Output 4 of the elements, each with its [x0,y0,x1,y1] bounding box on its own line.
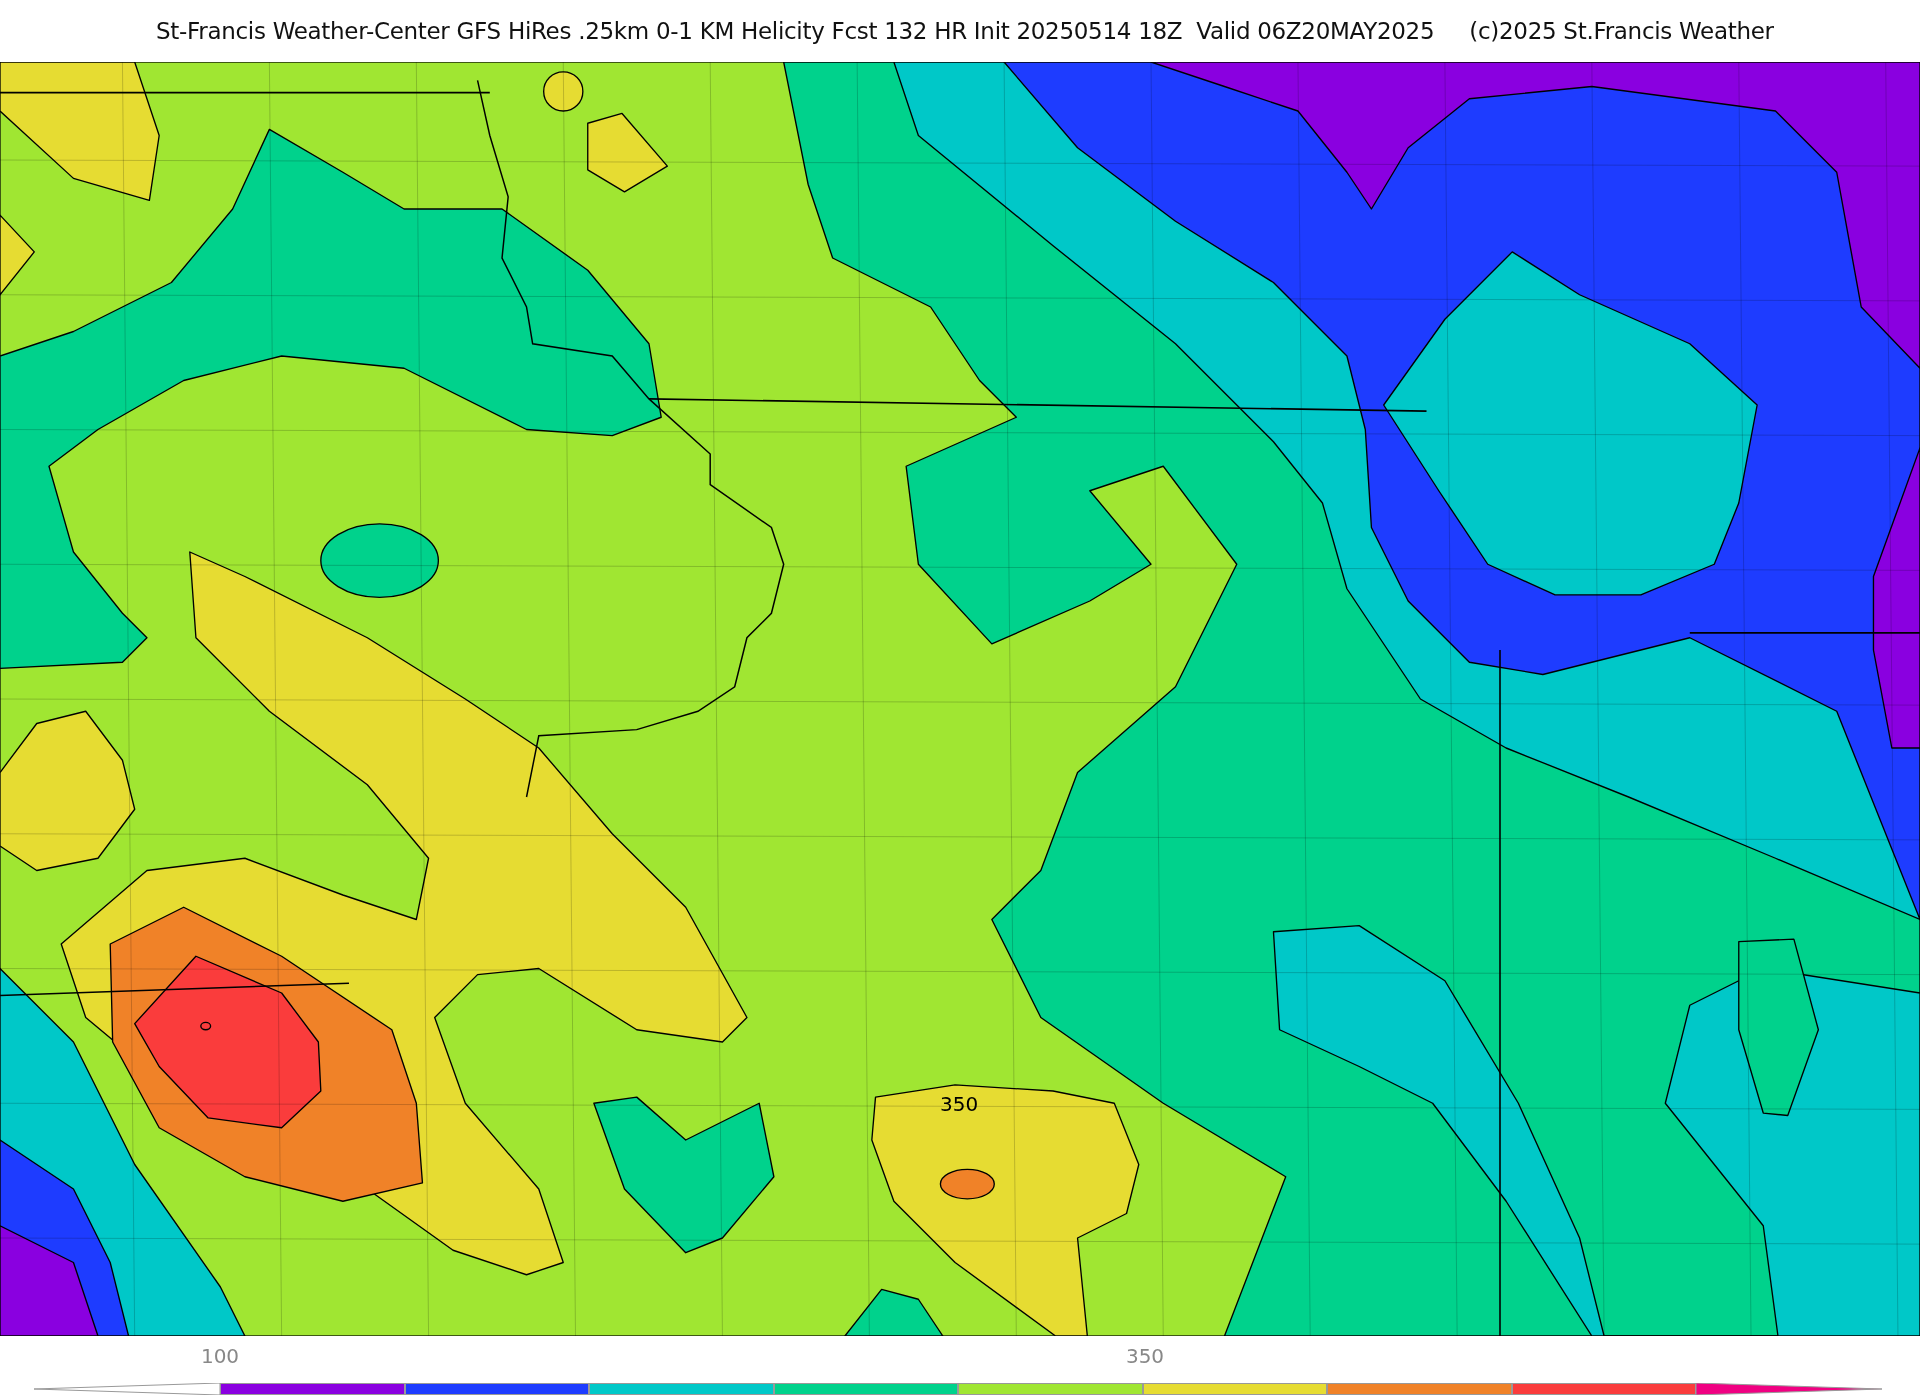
chart-title: St-Francis Weather-Center GFS HiRes .25km 0-1 KM Helicity Fcst 132 HR Init 20250514 18Z Valid 06Z20MAY2025 (c)2025 St.Francis Weather [156,18,1774,44]
colorbar-tick-label: 100 [200,1344,240,1368]
contour-label: 350 [939,1092,980,1116]
colorbar-tick-label: 350 [1125,1344,1165,1368]
